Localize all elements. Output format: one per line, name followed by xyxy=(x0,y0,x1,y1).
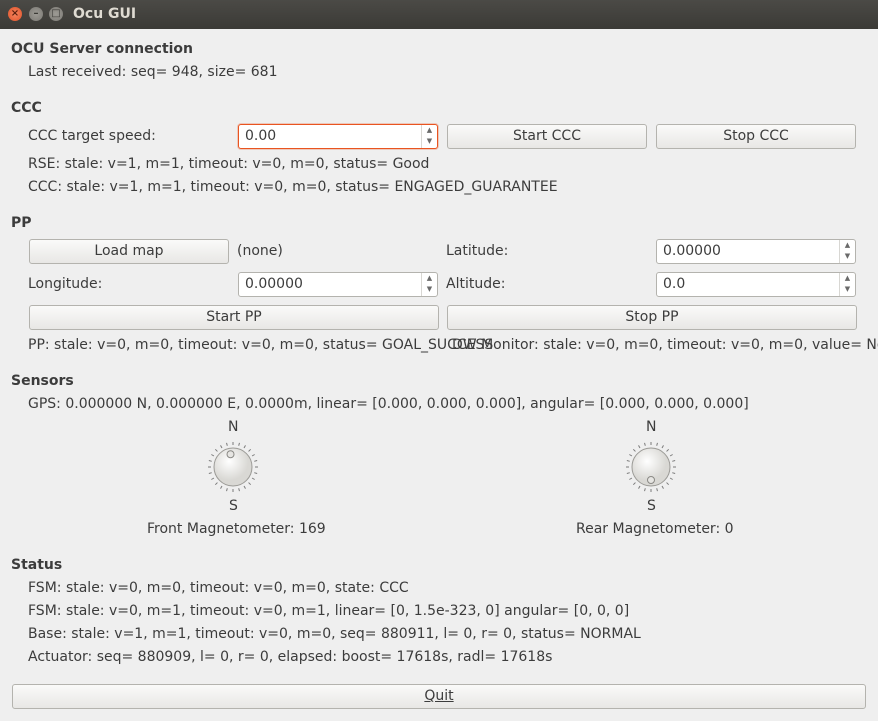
longitude-label: Longitude: xyxy=(28,276,103,292)
ccc-target-speed-stepper[interactable]: ▲ ▼ xyxy=(421,125,437,148)
altitude-input[interactable]: 0.0 ▲ ▼ xyxy=(656,272,856,297)
ccc-target-speed-value: 0.00 xyxy=(245,128,277,144)
last-received-text: Last received: seq= 948, size= 681 xyxy=(28,64,278,80)
sensors-header: Sensors xyxy=(11,373,74,389)
altitude-value: 0.0 xyxy=(663,276,686,292)
stop-ccc-button[interactable]: Stop CCC xyxy=(656,124,856,149)
fsm-state-text: FSM: stale: v=0, m=0, timeout: v=0, m=0,… xyxy=(28,580,409,596)
window-title: Ocu GUI xyxy=(73,6,137,22)
start-ccc-button[interactable]: Start CCC xyxy=(447,124,647,149)
longitude-value: 0.00000 xyxy=(245,276,303,292)
gps-text: GPS: 0.000000 N, 0.000000 E, 0.0000m, li… xyxy=(28,396,749,412)
altitude-stepper[interactable]: ▲ ▼ xyxy=(839,273,855,296)
latitude-input[interactable]: 0.00000 ▲ ▼ xyxy=(656,239,856,264)
minimize-icon[interactable]: – xyxy=(29,7,43,21)
stop-pp-button[interactable]: Stop PP xyxy=(447,305,857,330)
front-north-label: N xyxy=(228,419,239,435)
rear-magnetometer-label: Rear Magnetometer: 0 xyxy=(576,521,734,537)
latitude-label: Latitude: xyxy=(446,243,509,259)
ccc-status-text: CCC: stale: v=1, m=1, timeout: v=0, m=0,… xyxy=(28,179,558,195)
rear-north-label: N xyxy=(646,419,657,435)
quit-button[interactable]: Quit xyxy=(12,684,866,709)
close-icon[interactable]: × xyxy=(8,7,22,21)
rear-south-label: S xyxy=(647,498,656,514)
latitude-value: 0.00000 xyxy=(663,243,721,259)
actuator-status-text: Actuator: seq= 880909, l= 0, r= 0, elaps… xyxy=(28,649,553,665)
longitude-stepper[interactable]: ▲ ▼ xyxy=(421,273,437,296)
ccc-header: CCC xyxy=(11,100,42,116)
ccc-target-speed-input[interactable]: 0.00 ▲ ▼ xyxy=(238,124,438,149)
start-pp-button[interactable]: Start PP xyxy=(29,305,439,330)
maximize-icon[interactable]: □ xyxy=(49,7,63,21)
longitude-input[interactable]: 0.00000 ▲ ▼ xyxy=(238,272,438,297)
base-status-text: Base: stale: v=1, m=1, timeout: v=0, m=0… xyxy=(28,626,641,642)
front-magnetometer-label: Front Magnetometer: 169 xyxy=(147,521,326,537)
altitude-label: Altitude: xyxy=(446,276,506,292)
status-header: Status xyxy=(11,557,63,573)
rse-status-text: RSE: stale: v=1, m=1, timeout: v=0, m=0,… xyxy=(28,156,430,172)
title-bar: × – □ Ocu GUI xyxy=(0,0,878,29)
load-map-button[interactable]: Load map xyxy=(29,239,229,264)
front-south-label: S xyxy=(229,498,238,514)
map-name-text: (none) xyxy=(237,243,283,259)
ccc-target-label: CCC target speed: xyxy=(28,128,156,144)
dw-monitor-status-text: DW Monitor: stale: v=0, m=0, timeout: v=… xyxy=(452,337,878,353)
latitude-stepper[interactable]: ▲ ▼ xyxy=(839,240,855,263)
fsm-twist-text: FSM: stale: v=0, m=1, timeout: v=0, m=1,… xyxy=(28,603,630,619)
pp-header: PP xyxy=(11,215,32,231)
rear-magnetometer-dial[interactable] xyxy=(625,441,677,493)
pp-status-text: PP: stale: v=0, m=0, timeout: v=0, m=0, … xyxy=(28,337,494,353)
front-magnetometer-dial[interactable] xyxy=(207,441,259,493)
ocu-header: OCU Server connection xyxy=(11,41,194,57)
